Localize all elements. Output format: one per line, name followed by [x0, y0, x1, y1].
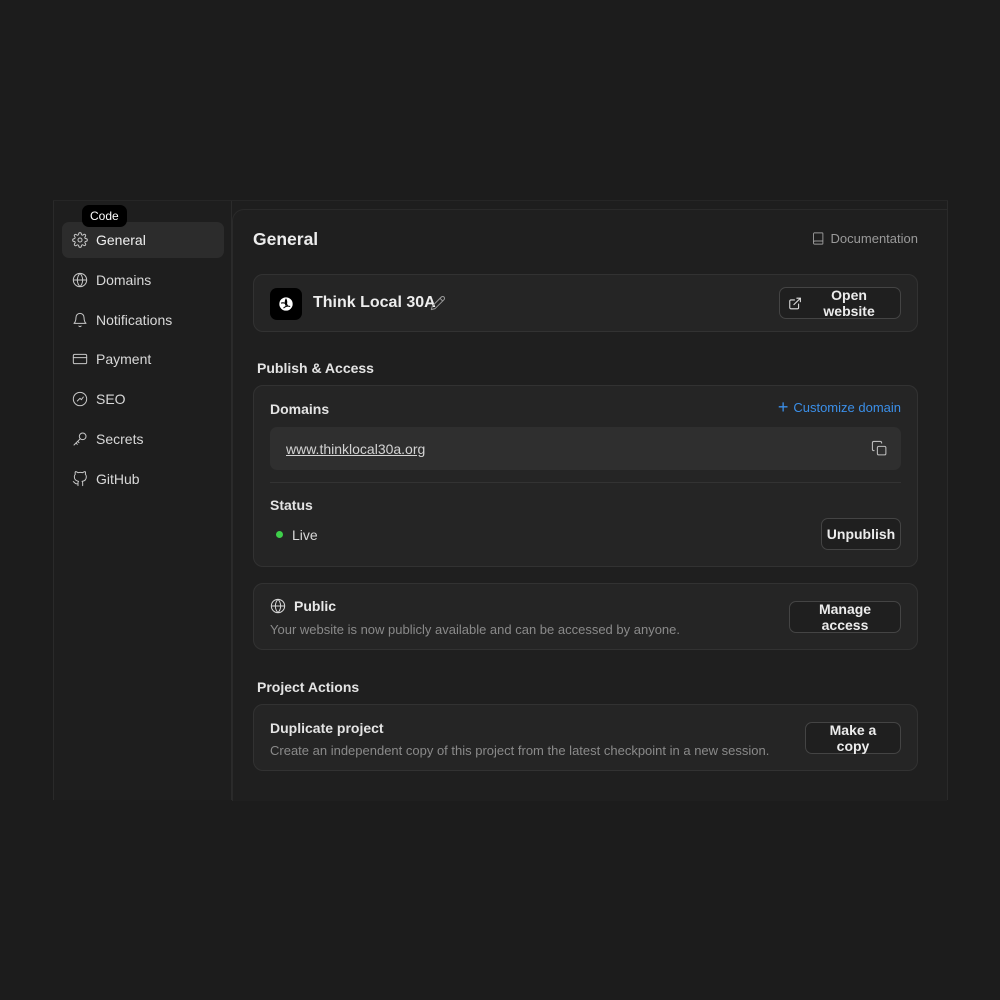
documentation-link[interactable]: Documentation — [811, 231, 918, 246]
sidebar-item-secrets[interactable]: Secrets — [62, 421, 224, 457]
make-copy-label: Make a copy — [829, 722, 877, 754]
unpublish-label: Unpublish — [826, 526, 896, 542]
main-panel: General Documentation Think Local 30A Op… — [232, 209, 947, 801]
divider — [270, 482, 901, 483]
sidebar-item-domains[interactable]: Domains — [62, 262, 224, 298]
sidebar-item-github[interactable]: GitHub — [62, 461, 224, 497]
customize-domain-link[interactable]: + Customize domain — [777, 397, 901, 417]
tooltip: Code — [82, 205, 127, 227]
globe-icon — [270, 598, 286, 614]
domain-url-link[interactable]: www.thinklocal30a.org — [286, 441, 425, 457]
open-website-button[interactable]: Open website — [779, 287, 901, 319]
domains-card: Domains + Customize domain www.thinkloca… — [253, 385, 918, 567]
sidebar-item-label: General — [96, 232, 146, 248]
page-title: General — [253, 229, 319, 249]
sidebar-item-label: GitHub — [96, 470, 140, 487]
copy-icon[interactable] — [871, 440, 888, 457]
project-card: Think Local 30A Open website — [253, 274, 918, 332]
sidebar: Code General Domains Notifications Payme… — [53, 201, 232, 800]
documentation-label: Documentation — [830, 231, 918, 246]
access-title: Public — [294, 598, 337, 614]
publish-section-title: Publish & Access — [257, 360, 374, 376]
settings-window: Code General Domains Notifications Payme… — [53, 200, 948, 801]
book-icon — [812, 232, 823, 245]
sidebar-item-payment[interactable]: Payment — [62, 341, 224, 377]
globe-icon — [72, 272, 88, 288]
manage-access-label: Manage access — [818, 601, 872, 633]
domains-label: Domains — [270, 401, 330, 417]
status-dot — [276, 531, 283, 538]
sidebar-item-label: Secrets — [96, 430, 144, 447]
project-logo — [270, 288, 302, 320]
unpublish-button[interactable]: Unpublish — [821, 518, 901, 550]
open-website-label: Open website — [823, 287, 875, 319]
gear-icon — [72, 232, 88, 248]
access-card: Public Your website is now publicly avai… — [253, 583, 918, 650]
status-value: Live — [292, 527, 318, 543]
key-icon — [72, 431, 88, 447]
sidebar-item-seo[interactable]: SEO — [62, 381, 224, 417]
external-link-icon — [789, 297, 801, 309]
sidebar-item-notifications[interactable]: Notifications — [62, 302, 224, 338]
plus-icon: + — [777, 397, 789, 417]
project-actions-title: Project Actions — [257, 679, 360, 695]
sidebar-item-general[interactable]: General — [62, 222, 224, 258]
sidebar-item-label: Domains — [96, 271, 152, 288]
make-copy-button[interactable]: Make a copy — [805, 722, 901, 754]
access-description: Your website is now publicly available a… — [270, 622, 681, 637]
bell-icon — [72, 312, 88, 328]
sidebar-nav: General Domains Notifications Payment SE… — [62, 222, 224, 501]
gauge-icon — [72, 391, 88, 407]
leaf-globe-icon — [279, 297, 293, 311]
pencil-icon[interactable] — [430, 295, 446, 311]
sidebar-item-label: Notifications — [96, 311, 173, 328]
duplicate-title: Duplicate project — [270, 720, 384, 736]
manage-access-button[interactable]: Manage access — [789, 601, 901, 633]
domain-row: www.thinklocal30a.org — [270, 427, 901, 470]
status-label: Status — [270, 497, 313, 513]
sidebar-item-label: Payment — [96, 351, 152, 368]
github-icon — [72, 470, 88, 487]
sidebar-item-label: SEO — [96, 391, 126, 408]
duplicate-card: Duplicate project Create an independent … — [253, 704, 918, 771]
customize-domain-label: Customize domain — [793, 400, 901, 415]
credit-card-icon — [72, 351, 88, 367]
project-name: Think Local 30A — [313, 294, 436, 311]
duplicate-description: Create an independent copy of this proje… — [270, 743, 770, 758]
